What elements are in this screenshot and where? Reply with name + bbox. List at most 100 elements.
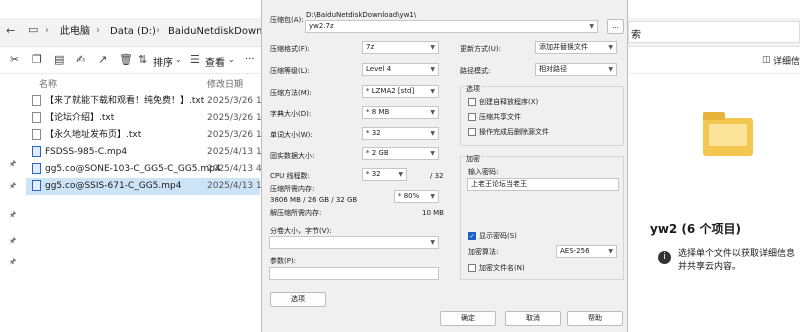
- show-password-checkbox[interactable]: ✓: [468, 232, 476, 240]
- shared-files-checkbox[interactable]: [468, 113, 476, 121]
- path-mode-select[interactable]: 相对路径 ▼: [535, 63, 617, 76]
- breadcrumb-data-drive[interactable]: Data (D:): [110, 26, 156, 38]
- file-name: 【来了就能下载和观看！纯免费！】.txt: [45, 96, 205, 106]
- format-label: 压缩格式(F):: [270, 45, 310, 53]
- chevron-down-icon: ▼: [430, 66, 435, 73]
- sort-icon[interactable]: ⇅: [138, 53, 147, 67]
- enc-method-select[interactable]: AES-256 ▼: [556, 245, 617, 258]
- details-pane-icon[interactable]: ◫: [762, 53, 771, 67]
- cancel-button[interactable]: 取消: [505, 311, 561, 326]
- video-file-icon: [32, 180, 41, 191]
- chevron-right-icon: ›: [156, 25, 160, 36]
- show-password-label: 显示密码(S): [479, 232, 517, 240]
- search-input[interactable]: 索: [628, 21, 800, 43]
- dict-select[interactable]: * 8 MB ▼: [362, 106, 439, 119]
- text-file-icon: [32, 95, 41, 106]
- update-select[interactable]: 添加并替换文件 ▼: [535, 41, 617, 54]
- sfx-checkbox[interactable]: [468, 98, 476, 106]
- pin-icon: 🖈: [9, 257, 17, 266]
- params-label: 参数(P):: [270, 257, 297, 265]
- chevron-down-icon: ▼: [608, 66, 613, 73]
- archive-name-value: yw2.7z: [309, 22, 334, 30]
- sfx-label: 创建自释放程序(X): [479, 98, 539, 106]
- decompress-memory-value: 10 MB: [422, 209, 444, 217]
- method-value: * LZMA2 [std]: [366, 87, 415, 95]
- delete-icon[interactable]: 🗑: [119, 53, 133, 67]
- browse-button[interactable]: ...: [607, 19, 624, 34]
- level-select[interactable]: Level 4 ▼: [362, 63, 439, 76]
- encrypt-names-label: 加密文件名(N): [479, 264, 525, 272]
- format-select[interactable]: 7z ▼: [362, 41, 439, 54]
- method-label: 压缩方法(M):: [270, 89, 312, 97]
- file-name: gg5.co@SSIS-671-C_GG5.mp4: [45, 181, 182, 191]
- view-icon[interactable]: ☰: [190, 53, 200, 67]
- ok-button[interactable]: 确定: [440, 311, 496, 326]
- add-to-archive-dialog: 压缩包(A): D:\BaiduNetdiskDownload\yw1\ yw2…: [261, 0, 628, 332]
- level-label: 压缩等级(L):: [270, 67, 310, 75]
- path-mode-value: 相对路径: [539, 65, 567, 73]
- format-value: 7z: [366, 43, 375, 51]
- pin-icon: 🖈: [9, 210, 17, 219]
- archive-name-combo[interactable]: yw2.7z ▼: [305, 20, 598, 33]
- threads-value: * 32: [366, 170, 381, 178]
- breadcrumb-this-pc[interactable]: 此电脑: [60, 26, 90, 38]
- chevron-right-icon: ›: [96, 25, 100, 36]
- details-pane: yw2 (6 个项目) i 选择单个文件以获取详细信息并共享云内容。: [628, 74, 800, 332]
- column-header-date[interactable]: 修改日期: [207, 77, 243, 90]
- threads-select[interactable]: * 32 ▼: [362, 168, 407, 181]
- video-file-icon: [32, 163, 41, 174]
- password-value: 上老王论坛当老王: [471, 180, 527, 188]
- details-button[interactable]: 详细信息: [773, 54, 800, 67]
- file-name: gg5.co@SONE-103-C_GG5-C_GG5.mp4: [45, 164, 221, 174]
- dict-label: 字典大小(D):: [270, 110, 312, 118]
- chevron-down-icon: ▼: [430, 130, 435, 137]
- view-button[interactable]: 查看: [205, 54, 225, 69]
- solid-label: 固实数据大小:: [270, 152, 315, 160]
- file-row[interactable]: 【来了就能下载和观看！纯免费！】.txt 2025/3/26 1:07: [0, 93, 276, 110]
- options-button[interactable]: 选项: [270, 292, 326, 307]
- memory-detail: 3806 MB / 26 GB / 32 GB: [270, 196, 358, 204]
- path-mode-label: 路径模式:: [460, 67, 491, 75]
- memory-value: * 80%: [398, 192, 420, 200]
- password-input[interactable]: 上老王论坛当老王: [467, 178, 619, 191]
- update-value: 添加并替换文件: [539, 43, 588, 51]
- monitor-icon: ▭: [28, 23, 39, 36]
- decompress-memory-label: 解压缩所需内存:: [270, 209, 322, 217]
- file-row[interactable]: 【论坛介绍】.txt 2025/3/26 1:08: [0, 110, 276, 127]
- solid-select[interactable]: * 2 GB ▼: [362, 147, 439, 160]
- file-name: FSDSS-985-C.mp4: [45, 147, 128, 157]
- help-button[interactable]: 帮助: [567, 311, 623, 326]
- text-file-icon: [32, 112, 41, 123]
- encrypt-names-checkbox[interactable]: [468, 264, 476, 272]
- method-select[interactable]: * LZMA2 [std] ▼: [362, 85, 439, 98]
- file-row-selected[interactable]: gg5.co@SSIS-671-C_GG5.mp4 2025/4/13 1:39: [26, 178, 276, 195]
- chevron-right-icon: ›: [45, 25, 49, 36]
- chevron-down-icon: ⌄: [175, 55, 182, 64]
- memory-select[interactable]: * 80% ▼: [394, 190, 439, 203]
- share-icon[interactable]: ↗: [98, 53, 107, 67]
- copy-icon[interactable]: ❐: [32, 53, 42, 67]
- rename-icon[interactable]: ✍: [76, 53, 85, 67]
- delete-after-checkbox[interactable]: [468, 128, 476, 136]
- file-row[interactable]: 【永久地址发布页】.txt 2025/3/26 1:08: [0, 127, 276, 144]
- cut-icon[interactable]: ✂: [10, 53, 19, 67]
- column-header-name[interactable]: 名称: [39, 77, 57, 90]
- chevron-down-icon: ▼: [430, 88, 435, 95]
- word-select[interactable]: * 32 ▼: [362, 127, 439, 140]
- archive-label: 压缩包(A):: [270, 16, 304, 24]
- back-arrow-icon[interactable]: ←: [6, 24, 15, 38]
- file-row[interactable]: gg5.co@SONE-103-C_GG5-C_GG5.mp4 2025/4/1…: [0, 161, 276, 178]
- file-row[interactable]: FSDSS-985-C.mp4 2025/4/13 13:1: [0, 144, 276, 161]
- chevron-down-icon: ▼: [608, 248, 613, 255]
- details-hint: 选择单个文件以获取详细信息并共享云内容。: [678, 249, 796, 272]
- more-button[interactable]: ···: [245, 54, 255, 65]
- paste-icon[interactable]: ▤: [54, 53, 64, 67]
- split-select[interactable]: ▼: [269, 236, 439, 249]
- chevron-down-icon: ▼: [430, 109, 435, 116]
- memory-label: 压缩所需内存:: [270, 185, 315, 193]
- params-input[interactable]: [269, 267, 439, 280]
- chevron-down-icon: ▼: [430, 239, 435, 246]
- sort-button[interactable]: 排序: [153, 54, 173, 69]
- pin-icon: 🖈: [9, 181, 17, 190]
- video-file-icon: [32, 146, 41, 157]
